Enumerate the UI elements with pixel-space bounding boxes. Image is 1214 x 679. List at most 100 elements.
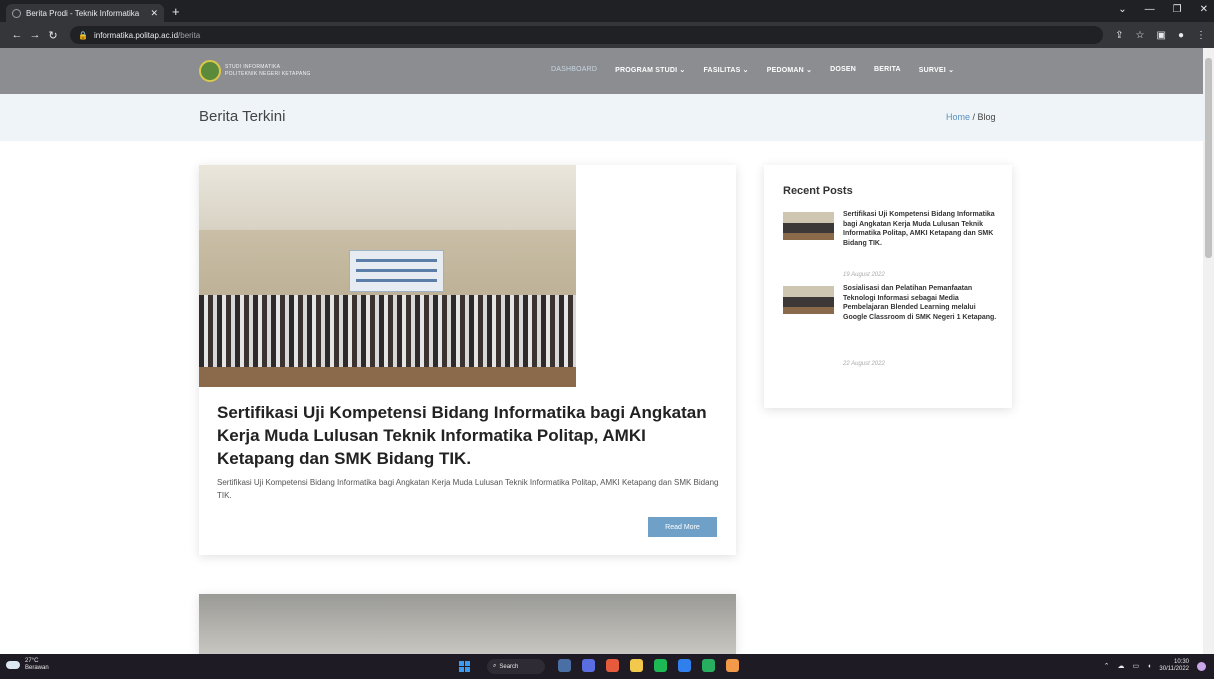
weather-condition: Berawan [25, 665, 49, 671]
photo-floor [199, 367, 576, 387]
window-controls: ⌄ — ❐ ✕ [1118, 4, 1208, 15]
tab-title: Berita Prodi - Teknik Informatika [26, 8, 140, 18]
windows-logo-icon [459, 661, 464, 666]
windows-logo-icon [465, 667, 470, 672]
maximize-button[interactable]: ❐ [1173, 4, 1182, 15]
url-input[interactable]: 🔒 informatika.politap.ac.id /berita [70, 26, 1104, 44]
banner-stripe [356, 259, 437, 262]
system-tray: ⌃ ☁ ▭ ◖ 10:30 30/11/2022 [1104, 659, 1206, 673]
forward-icon[interactable]: → [26, 29, 44, 41]
main-menu: DASHBOARD PROGRAM STUDI ⌄ FASILITAS ⌄ PE… [551, 66, 954, 74]
site-logo[interactable]: STUDI INFORMATIKA POLITEKNIK NEGERI KETA… [199, 60, 311, 82]
tab-search-icon[interactable]: ⌄ [1118, 4, 1126, 15]
site-header: STUDI INFORMATIKA POLITEKNIK NEGERI KETA… [0, 48, 1203, 94]
windows-taskbar: 27°C Berawan ⌕ Search ⌃ ☁ ▭ ◖ 10:30 30/1… [0, 654, 1214, 679]
menu-kebab-icon[interactable]: ⋮ [1196, 30, 1206, 41]
favicon-icon [12, 8, 21, 18]
browser-tab-bar: Berita Prodi - Teknik Informatika ✕ + ⌄ … [0, 0, 1214, 22]
taskbar-search[interactable]: ⌕ Search [487, 659, 545, 674]
banner-stripe [356, 279, 437, 282]
menu-dosen[interactable]: DOSEN [830, 66, 856, 74]
tab-close-icon[interactable]: ✕ [150, 8, 158, 19]
menu-pedoman[interactable]: PEDOMAN ⌄ [767, 66, 812, 74]
store-icon[interactable] [678, 659, 691, 672]
breadcrumb-home[interactable]: Home [946, 112, 970, 122]
logo-emblem-icon [199, 60, 221, 82]
chrome-icon[interactable] [726, 659, 739, 672]
cloud-icon [6, 661, 20, 669]
network-icon[interactable]: ▭ [1133, 662, 1140, 670]
read-more-button[interactable]: Read More [648, 517, 717, 537]
recent-post-title[interactable]: Sosialisasi dan Pelatihan Pemanfaatan Te… [843, 284, 998, 322]
banner-stripe [356, 269, 437, 272]
browser-tab[interactable]: Berita Prodi - Teknik Informatika ✕ [6, 4, 164, 22]
page-title: Berita Terkini [199, 108, 286, 125]
taskbar-apps [558, 659, 739, 672]
share-icon[interactable]: ⇪ [1115, 30, 1123, 41]
menu-program-studi[interactable]: PROGRAM STUDI ⌄ [615, 66, 685, 74]
logo-line1: STUDI INFORMATIKA [225, 64, 281, 70]
recent-posts-widget: Recent Posts Sertifikasi Uji Kompetensi … [764, 165, 1012, 408]
lock-icon: 🔒 [78, 30, 88, 40]
spotify-icon[interactable] [654, 659, 667, 672]
post-excerpt: Sertifikasi Uji Kompetensi Bidang Inform… [217, 478, 719, 500]
toolbar-icons: ⇪ ☆ ▣ ● ⋮ [1115, 30, 1206, 41]
clock-time: 10:30 [1173, 659, 1189, 665]
breadcrumb-separator: / [970, 112, 978, 122]
recent-posts-title: Recent Posts [783, 185, 853, 197]
weather-temp: 27°C [25, 658, 39, 664]
logo-line2: POLITEKNIK NEGERI KETAPANG [225, 71, 311, 77]
photo-crowd [199, 295, 576, 367]
new-tab-button[interactable]: + [172, 4, 180, 19]
start-button[interactable] [459, 661, 470, 672]
side-panel-icon[interactable]: ▣ [1157, 30, 1166, 41]
recent-post-date: 19 August 2022 [843, 272, 885, 278]
minimize-button[interactable]: — [1145, 4, 1155, 15]
search-label: Search [499, 663, 519, 670]
volume-icon[interactable]: ◖ [1147, 663, 1151, 670]
reload-icon[interactable]: ↻ [44, 29, 62, 42]
task-view-icon[interactable] [558, 659, 571, 672]
blog-post-card: Sertifikasi Uji Kompetensi Bidang Inform… [199, 165, 736, 555]
breadcrumb: Home / Blog [946, 112, 996, 122]
search-icon: ⌕ [493, 663, 497, 669]
weather-widget[interactable]: 27°C Berawan [6, 658, 49, 672]
menu-dashboard[interactable]: DASHBOARD [551, 66, 597, 74]
clock[interactable]: 10:30 30/11/2022 [1159, 659, 1189, 673]
post-image[interactable] [199, 165, 576, 387]
weather-text: 27°C Berawan [25, 658, 49, 672]
url-domain: informatika.politap.ac.id [93, 30, 179, 40]
photo-banner [349, 250, 444, 292]
windows-logo-icon [465, 661, 470, 666]
firefox-icon[interactable] [606, 659, 619, 672]
logo-text: STUDI INFORMATIKA POLITEKNIK NEGERI KETA… [225, 64, 311, 78]
recent-post-date: 22 August 2022 [843, 361, 885, 367]
blog-post-card [199, 594, 736, 654]
windows-logo-icon [459, 667, 464, 672]
recent-post-thumbnail[interactable] [783, 212, 834, 240]
cloud-tray-icon[interactable]: ☁ [1118, 662, 1125, 670]
menu-berita[interactable]: BERITA [874, 66, 901, 74]
back-icon[interactable]: ← [8, 29, 26, 41]
post-title[interactable]: Sertifikasi Uji Kompetensi Bidang Inform… [217, 401, 722, 470]
file-explorer-icon[interactable] [630, 659, 643, 672]
page-scrollbar[interactable] [1203, 48, 1214, 654]
bookmark-star-icon[interactable]: ☆ [1136, 30, 1145, 41]
menu-survei[interactable]: SURVEI ⌄ [919, 66, 954, 74]
url-path: /berita [178, 30, 201, 40]
recent-post-thumbnail[interactable] [783, 286, 834, 314]
breadcrumb-current: Blog [977, 112, 996, 122]
post-image[interactable] [199, 594, 736, 654]
photo-ceiling [199, 165, 576, 230]
close-window-button[interactable]: ✕ [1200, 4, 1208, 15]
menu-fasilitas[interactable]: FASILITAS ⌄ [703, 66, 748, 74]
recent-post-title[interactable]: Sertifikasi Uji Kompetensi Bidang Inform… [843, 210, 998, 248]
profile-icon[interactable]: ● [1178, 30, 1184, 41]
notification-icon[interactable] [1197, 661, 1206, 671]
chevron-up-icon[interactable]: ⌃ [1104, 662, 1110, 670]
scroll-thumb[interactable] [1205, 58, 1212, 258]
address-bar: ← → ↻ 🔒 informatika.politap.ac.id /berit… [0, 22, 1214, 48]
app-icon[interactable] [702, 659, 715, 672]
clock-date: 30/11/2022 [1159, 666, 1189, 672]
teams-chat-icon[interactable] [582, 659, 595, 672]
